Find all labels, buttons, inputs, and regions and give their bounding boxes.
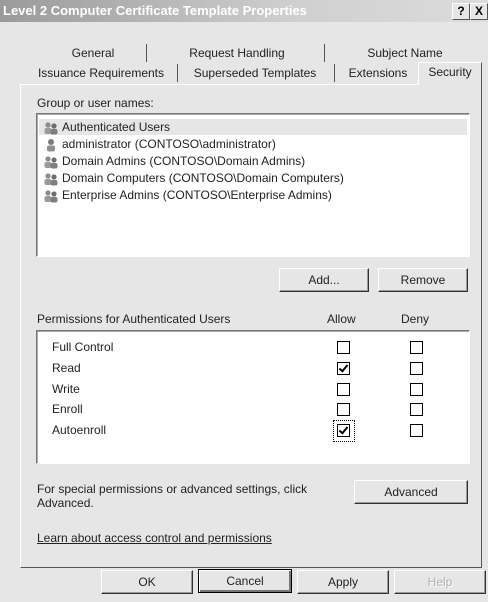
add-button[interactable]: Add... (279, 268, 369, 292)
list-item[interactable]: Domain Admins (CONTOSO\Domain Admins) (43, 153, 305, 169)
permissions-list: Full Control Read Write Enroll Autoenrol… (36, 330, 470, 464)
advanced-button[interactable]: Advanced (354, 480, 468, 504)
permission-name: Write (52, 382, 80, 396)
user-name: Authenticated Users (62, 120, 171, 134)
learn-more-link[interactable]: Learn about access control and permissio… (37, 531, 272, 545)
permission-name: Autoenroll (52, 423, 107, 437)
allow-checkbox[interactable] (337, 362, 350, 375)
list-item[interactable]: Enterprise Admins (CONTOSO\Enterprise Ad… (43, 187, 332, 203)
tab-divider (177, 64, 178, 82)
tab-superseded-templates[interactable]: Superseded Templates (180, 64, 330, 83)
allow-header: Allow (327, 312, 356, 326)
ok-button[interactable]: OK (101, 570, 193, 594)
special-permissions-text: For special permissions or advanced sett… (37, 482, 308, 496)
user-listbox[interactable]: Authenticated Users administrator (CONTO… (36, 113, 470, 257)
cancel-button[interactable]: Cancel (198, 569, 292, 593)
close-button[interactable]: X (470, 3, 488, 20)
tab-request-handling[interactable]: Request Handling (152, 44, 322, 63)
deny-checkbox[interactable] (410, 362, 423, 375)
group-icon (44, 156, 58, 169)
user-name: Domain Admins (CONTOSO\Domain Admins) (62, 154, 306, 168)
list-item[interactable]: Authenticated Users (39, 119, 467, 135)
window-title: Level 2 Computer Certificate Template Pr… (3, 3, 307, 18)
group-icon (44, 173, 58, 186)
list-item[interactable]: Domain Computers (CONTOSO\Domain Compute… (43, 170, 344, 186)
allow-checkbox[interactable] (337, 403, 350, 416)
tab-subject-name[interactable]: Subject Name (330, 44, 480, 63)
permissions-label: Permissions for Authenticated Users (37, 312, 231, 326)
permission-name: Enroll (52, 402, 83, 416)
allow-checkbox[interactable] (337, 424, 350, 437)
deny-checkbox[interactable] (410, 403, 423, 416)
user-name: administrator (CONTOSO\administrator) (62, 137, 276, 151)
permission-name: Read (52, 361, 81, 375)
tab-divider (146, 44, 147, 62)
tab-divider (324, 44, 325, 62)
help-button[interactable]: Help (394, 570, 486, 594)
allow-checkbox[interactable] (337, 341, 350, 354)
apply-button[interactable]: Apply (297, 570, 389, 594)
properties-dialog: Level 2 Computer Certificate Template Pr… (0, 0, 488, 602)
deny-checkbox[interactable] (410, 383, 423, 396)
deny-checkbox[interactable] (410, 341, 423, 354)
tab-divider (334, 64, 335, 82)
group-label: Group or user names: (37, 96, 154, 110)
tab-general[interactable]: General (34, 44, 152, 63)
deny-checkbox[interactable] (410, 424, 423, 437)
group-icon (44, 190, 58, 203)
user-name: Domain Computers (CONTOSO\Domain Compute… (62, 171, 344, 185)
allow-checkbox[interactable] (337, 383, 350, 396)
remove-button[interactable]: Remove (378, 268, 468, 292)
tab-extensions[interactable]: Extensions (338, 64, 418, 83)
list-item[interactable]: administrator (CONTOSO\administrator) (43, 136, 276, 152)
tab-issuance-requirements[interactable]: Issuance Requirements (28, 64, 174, 83)
permission-name: Full Control (52, 340, 114, 354)
special-permissions-text-2: Advanced. (37, 496, 94, 510)
user-name: Enterprise Admins (CONTOSO\Enterprise Ad… (62, 188, 332, 202)
group-icon (44, 122, 58, 135)
user-icon (47, 138, 55, 152)
title-bar[interactable]: Level 2 Computer Certificate Template Pr… (0, 0, 488, 22)
deny-header: Deny (401, 312, 430, 326)
tab-security[interactable]: Security (418, 62, 482, 85)
help-title-button[interactable]: ? (452, 3, 470, 20)
